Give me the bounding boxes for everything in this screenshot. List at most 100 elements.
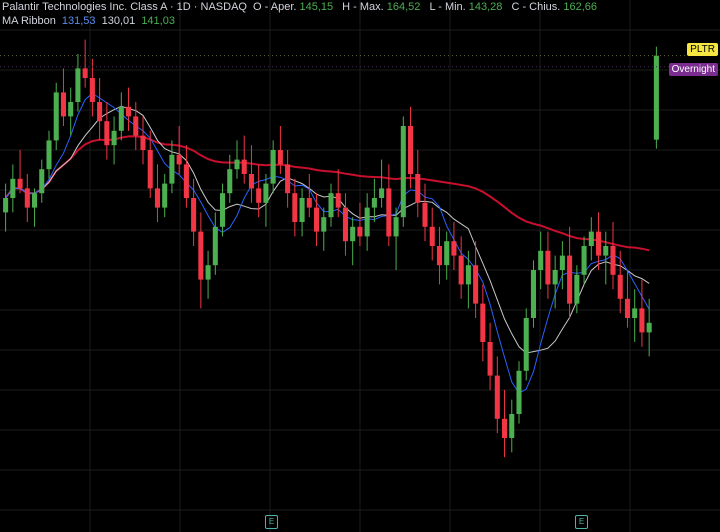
candle-body (162, 183, 168, 208)
ohlc-legend: Palantir Technologies Inc. Class A · 1D … (2, 1, 603, 13)
candle-body (588, 231, 594, 246)
earnings-marker[interactable]: E (265, 515, 278, 529)
candle-body (371, 198, 377, 208)
candle-body (270, 150, 276, 184)
candle-body (82, 68, 88, 78)
candle-body (581, 246, 587, 275)
candle-body (97, 102, 103, 122)
ma-value-2: 130,01 (101, 15, 136, 27)
candle-body (68, 102, 74, 117)
candle-body (444, 241, 450, 266)
candle-body (183, 164, 189, 198)
candle-body (299, 198, 305, 222)
candle-body (314, 207, 320, 232)
candle-body (509, 414, 515, 438)
candle-body (24, 188, 30, 208)
candle-body (328, 193, 334, 218)
candle-body (263, 183, 269, 203)
candle-body (39, 169, 45, 194)
candle-body (436, 246, 442, 266)
ohlc-close: C - Chius. 162,66 (511, 1, 597, 13)
ma-ribbon-legend: MA Ribbon 131,53 130,01 141,03 (2, 15, 178, 27)
candle-body (292, 193, 298, 222)
candle-body (53, 92, 59, 141)
candle-body (422, 202, 428, 227)
candle-body (89, 78, 95, 102)
candle-body (408, 126, 414, 174)
candle-body (169, 154, 175, 184)
candle-body (46, 140, 52, 170)
price-chart[interactable] (0, 0, 720, 532)
candle-body (104, 121, 110, 146)
candle-body (357, 226, 363, 237)
candle-body (191, 198, 197, 232)
candle-body (567, 255, 573, 304)
ma-long-line (4, 135, 650, 252)
ohlc-low: L - Min. 143,28 (429, 1, 503, 13)
candle-body (321, 217, 327, 232)
candle-body (523, 318, 529, 371)
candle-body (10, 178, 16, 198)
candle-body (386, 188, 392, 237)
candle-body (220, 193, 226, 227)
candle-body (646, 322, 652, 333)
candle-body (610, 246, 616, 275)
session-tag: Overnight (668, 63, 718, 76)
candle-body (285, 164, 291, 194)
candle-body (379, 188, 385, 198)
symbol-title: Palantir Technologies Inc. Class A · 1D … (2, 1, 247, 13)
candle-body (32, 193, 38, 208)
candle-body (516, 370, 522, 414)
candle-body (277, 150, 283, 165)
candle-body (494, 375, 500, 419)
candle-body (364, 207, 370, 237)
earnings-marker[interactable]: E (575, 515, 588, 529)
candle-body (75, 68, 81, 102)
candle-body (140, 135, 146, 150)
ohlc-open: O - Aper. 145,15 (253, 1, 334, 13)
candle-body (487, 342, 493, 376)
candle-body (393, 217, 399, 237)
candle-body (574, 274, 580, 304)
candle-body (342, 207, 348, 242)
candle-body (248, 174, 254, 189)
ma-value-1: 131,53 (61, 15, 96, 27)
candle-body (335, 193, 341, 208)
candle-body (451, 241, 457, 256)
candle-body (559, 255, 565, 270)
candle-body (603, 246, 609, 256)
candle-body (538, 250, 544, 270)
candle-body (60, 92, 66, 117)
candle-body (545, 250, 551, 285)
candle-body (624, 298, 630, 318)
candle-body (400, 126, 406, 218)
candle-body (639, 308, 645, 333)
candle-body (3, 198, 9, 213)
candle-body (458, 255, 464, 285)
candle-body (429, 226, 435, 246)
candle-body (552, 270, 558, 285)
candle-body (480, 303, 486, 342)
indicator-name: MA Ribbon (2, 15, 56, 27)
candle-body (133, 116, 139, 136)
candle-body (176, 154, 182, 165)
candle-body (530, 270, 536, 318)
ma-value-3: 141,03 (141, 15, 175, 27)
candle-body (350, 226, 356, 242)
candle-body (241, 159, 247, 174)
candle-body (126, 106, 132, 117)
candle-body (17, 178, 23, 189)
candle-body (653, 55, 659, 140)
candle-body (596, 231, 602, 256)
candle-body (256, 188, 262, 203)
candle-body (465, 265, 471, 285)
candle-body (154, 188, 160, 208)
candle-body (118, 106, 124, 131)
candle-body (306, 198, 312, 208)
candle-body (147, 150, 153, 189)
candle-body (198, 231, 204, 280)
candle-body (111, 130, 117, 146)
candle-body (212, 226, 218, 266)
ma-short-line (5, 92, 650, 394)
ohlc-high: H - Max. 164,52 (342, 1, 421, 13)
